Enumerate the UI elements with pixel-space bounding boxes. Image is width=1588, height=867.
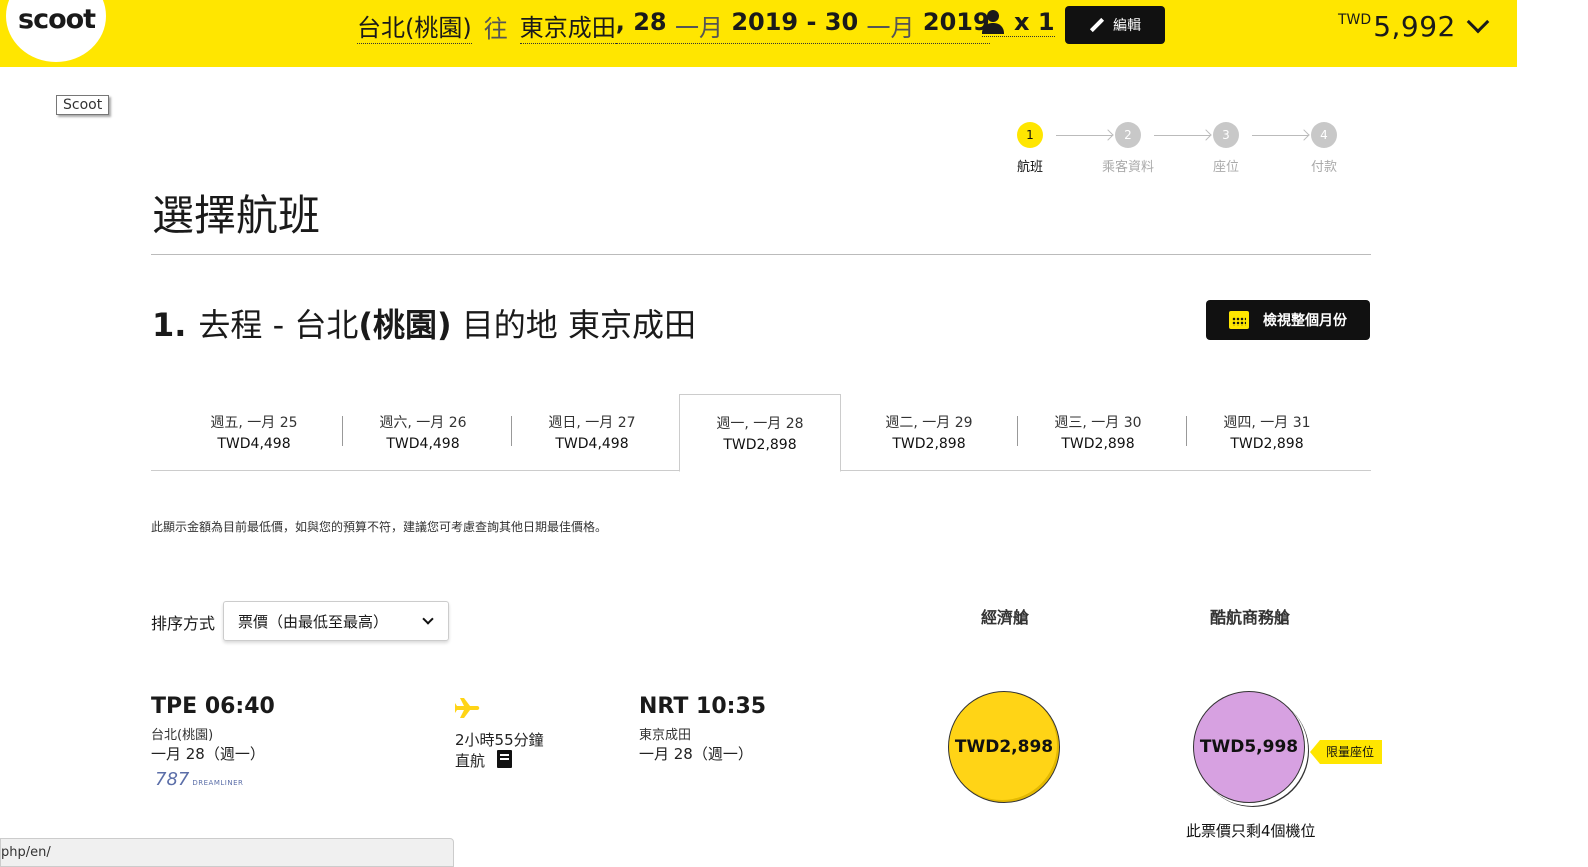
month-2: 一月 xyxy=(866,14,915,42)
seats-left-text: 此票價只剩4個機位 xyxy=(1186,822,1316,840)
date-tabs: 週五, 一月 25 TWD4,498 週六, 一月 26 TWD4,498 週日… xyxy=(151,394,1371,472)
arrival-date: 一月 28（週一） xyxy=(639,745,753,763)
passenger-count[interactable]: x 1 xyxy=(982,8,1055,37)
step-number: 2 xyxy=(1115,122,1141,148)
step-number: 3 xyxy=(1213,122,1239,148)
step-flights[interactable]: 1 航班 xyxy=(1000,122,1060,175)
date-tab-day: 週四, 一月 31 xyxy=(1223,415,1311,431)
step-label: 付款 xyxy=(1310,160,1337,175)
economy-column-header: 經濟艙 xyxy=(980,608,1029,627)
aircraft-number: 787 xyxy=(155,769,190,790)
person-icon xyxy=(982,10,1004,34)
chevron-down-icon[interactable] xyxy=(1466,10,1490,34)
route-title: 1. 去程 - 台北 (桃園) 目的地 東京成田 xyxy=(152,300,696,346)
business-column-header: 酷航商務艙 xyxy=(1209,608,1290,627)
step-label: 座位 xyxy=(1212,160,1239,175)
date-tab-price: TWD2,898 xyxy=(1061,436,1135,452)
date-tab-price: TWD2,898 xyxy=(892,436,966,452)
logo-tooltip: Scoot xyxy=(56,95,110,115)
step-seats: 3 座位 xyxy=(1196,122,1256,175)
edit-label: 編輯 xyxy=(1113,18,1141,34)
trip-summary[interactable]: 台北(桃園) 往 東京成田 , 28 一月 2019 - 30 一月 2019 xyxy=(357,8,990,44)
date-tab-price: TWD2,898 xyxy=(1230,436,1304,452)
sort-label: 排序方式 xyxy=(151,614,216,633)
sort-selected-value: 票價（由最低至最高） xyxy=(238,612,389,631)
route-number: 1. xyxy=(152,306,187,344)
date-tab-price: TWD4,498 xyxy=(386,436,460,452)
arrival-code-time: NRT 10:35 xyxy=(639,694,767,719)
date-tab-price: TWD4,498 xyxy=(555,436,629,452)
date-tab-price: TWD2,898 xyxy=(723,437,797,453)
origin-city: 台北(桃園) xyxy=(357,8,472,44)
date-tab[interactable]: 週日, 一月 27 TWD4,498 xyxy=(511,394,673,471)
route-text-b: (桃園) xyxy=(358,306,452,344)
edit-button[interactable]: 編輯 xyxy=(1065,6,1165,44)
divider xyxy=(151,254,1371,255)
sort-select[interactable]: 票價（由最低至最高） xyxy=(223,601,449,641)
destination-city: 東京成田 xyxy=(519,8,616,44)
date-tab-day: 週日, 一月 27 xyxy=(548,415,636,431)
date-tab-day: 週五, 一月 25 xyxy=(210,415,298,431)
economy-fare-button[interactable]: TWD2,898 xyxy=(948,691,1060,803)
aircraft-name: DREAMLINER xyxy=(192,779,244,787)
economy-price: TWD2,898 xyxy=(954,737,1054,757)
date-tab-day: 週二, 一月 29 xyxy=(885,415,973,431)
date-tab[interactable]: 週六, 一月 26 TWD4,498 xyxy=(342,394,504,471)
step-number: 1 xyxy=(1017,122,1043,148)
header-bar: scoot 台北(桃園) 往 東京成田 , 28 一月 2019 - 30 一月… xyxy=(0,0,1517,67)
view-month-label: 檢視整個月份 xyxy=(1263,313,1347,329)
document-icon[interactable] xyxy=(497,750,512,768)
pax-count-text: x 1 xyxy=(1014,8,1055,36)
departure-city: 台北(桃園) xyxy=(151,728,214,743)
arrival-city: 東京成田 xyxy=(639,728,692,743)
departure-code-time: TPE 06:40 xyxy=(151,694,275,719)
date-tab-price: TWD4,498 xyxy=(217,436,291,452)
step-number: 4 xyxy=(1311,122,1337,148)
page-title: 選擇航班 xyxy=(152,191,321,240)
departure-date: 一月 28（週一） xyxy=(151,745,265,763)
chevron-down-icon xyxy=(422,613,434,625)
plane-icon xyxy=(455,698,480,718)
scoot-logo[interactable]: scoot xyxy=(18,4,96,35)
status-bar-url: php/en/ xyxy=(0,838,454,867)
calendar-icon xyxy=(1229,311,1249,329)
step-payment: 4 付款 xyxy=(1294,122,1354,175)
flight-stops: 直航 xyxy=(455,752,486,770)
dates-suffix: 2019 xyxy=(914,8,990,36)
dates-prefix: , 28 xyxy=(615,8,675,36)
to-word: 往 xyxy=(483,14,508,43)
limited-seats-badge: 限量座位 xyxy=(1309,740,1383,764)
step-passengers: 2 乘客資料 xyxy=(1098,122,1158,175)
total-currency: TWD xyxy=(1338,12,1372,28)
date-tab[interactable]: 週三, 一月 30 TWD2,898 xyxy=(1017,394,1179,471)
total-amount: 5,992 xyxy=(1373,10,1456,43)
step-label: 航班 xyxy=(1016,160,1043,175)
route-text-a: 去程 - 台北 xyxy=(198,306,359,344)
business-price: TWD5,998 xyxy=(1199,737,1299,757)
pencil-icon xyxy=(1089,17,1105,33)
route-text-c: 目的地 東京成田 xyxy=(451,306,696,344)
booking-stepper: 1 航班 2 乘客資料 3 座位 4 付款 xyxy=(1000,122,1360,182)
business-fare-button[interactable]: TWD5,998 xyxy=(1193,691,1305,803)
view-month-button[interactable]: 檢視整個月份 xyxy=(1206,300,1370,340)
date-tab[interactable]: 週二, 一月 29 TWD2,898 xyxy=(848,394,1010,471)
date-tab[interactable]: 週五, 一月 25 TWD4,498 xyxy=(173,394,335,471)
date-tab[interactable]: 週四, 一月 31 TWD2,898 xyxy=(1186,394,1348,471)
price-note: 此顯示金額為目前最低價，如與您的預算不符，建議您可考慮查詢其他日期最佳價格。 xyxy=(151,520,608,534)
aircraft-logo: 787 DREAMLINER xyxy=(155,769,243,790)
date-tab-day: 週一, 一月 28 xyxy=(716,416,804,432)
date-tab-selected[interactable]: 週一, 一月 28 TWD2,898 xyxy=(679,394,841,472)
step-label: 乘客資料 xyxy=(1101,160,1154,175)
month-1: 一月 xyxy=(674,14,723,42)
dates-mid: 2019 - 30 xyxy=(722,8,867,36)
flight-duration: 2小時55分鐘 xyxy=(455,731,544,749)
total-price[interactable]: TWD 5,992 xyxy=(1338,10,1490,43)
date-tab-day: 週三, 一月 30 xyxy=(1054,415,1142,431)
date-tab-day: 週六, 一月 26 xyxy=(379,415,467,431)
